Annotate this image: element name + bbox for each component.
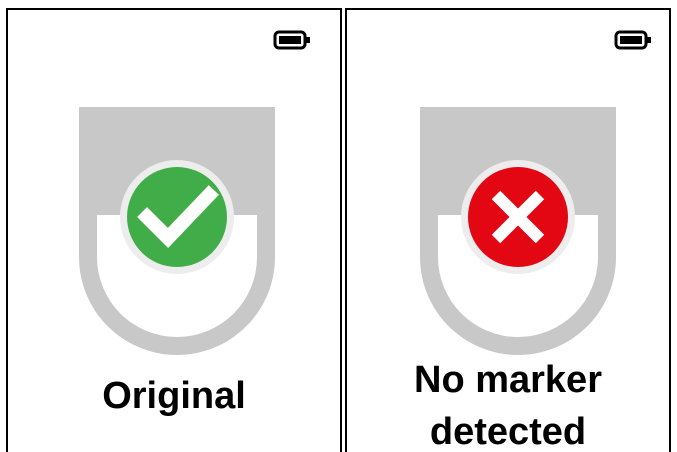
status-caption: No marker detected: [347, 354, 669, 452]
tag-graphic: [79, 107, 275, 355]
status-caption-line2: detected: [429, 411, 587, 452]
status-caption: Original: [102, 375, 246, 417]
status-caption-line1: No marker: [414, 359, 602, 401]
phone-screen-no-marker: No marker detected: [345, 8, 671, 452]
tag-graphic: [420, 107, 616, 355]
phone-screen-original: Original: [6, 8, 342, 452]
battery-full-icon: [273, 30, 310, 50]
battery-full-icon: [614, 30, 651, 50]
